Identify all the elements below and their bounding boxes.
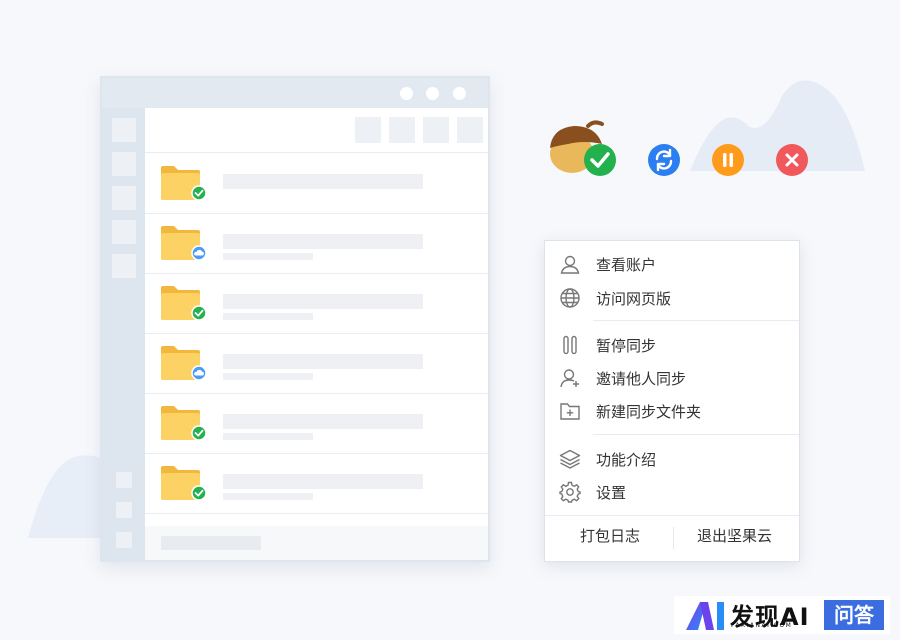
user-icon [557, 251, 583, 277]
file-name-placeholder [223, 294, 423, 309]
file-row[interactable] [145, 273, 488, 334]
folder-synced-icon [161, 466, 206, 501]
menu-item-invite-sync[interactable]: 邀请他人同步 [557, 363, 799, 393]
gear-icon [557, 479, 583, 505]
watermark-badge: 问答 [824, 600, 884, 630]
window-main [145, 108, 488, 560]
window-titlebar [102, 78, 488, 108]
file-name-placeholder [223, 234, 423, 249]
window-footer [145, 526, 488, 560]
file-meta-placeholder [223, 433, 313, 440]
tray-context-menu: 查看账户 访问网页版 暂停同步 邀请他人同步 新建同步文件夹 功能介绍 设置 打… [544, 240, 800, 562]
file-name-placeholder [223, 174, 423, 189]
sidebar-small-button[interactable] [116, 532, 132, 548]
menu-item-settings[interactable]: 设置 [557, 477, 799, 507]
folder-cloud-icon [161, 346, 206, 381]
menu-separator [593, 320, 799, 321]
layers-icon [557, 446, 583, 472]
file-row[interactable] [145, 213, 488, 274]
window-sidebar [102, 108, 145, 560]
footer-placeholder [161, 536, 261, 550]
sidebar-button[interactable] [112, 152, 136, 176]
sidebar-button[interactable] [112, 118, 136, 142]
folder-synced-icon [161, 166, 206, 201]
menu-item-visit-web[interactable]: 访问网页版 [557, 283, 799, 313]
menu-separator [545, 515, 799, 516]
sidebar-button[interactable] [112, 186, 136, 210]
toolbar-button[interactable] [389, 117, 415, 143]
user-add-icon [557, 365, 583, 391]
watermark-domain: FAXIANAI.COM [731, 622, 793, 629]
file-row[interactable] [145, 453, 488, 514]
acorn-synced-icon [550, 120, 616, 176]
paused-icon [712, 144, 744, 176]
folder-synced-icon [161, 286, 206, 321]
file-meta-placeholder [223, 313, 313, 320]
file-meta-placeholder [223, 253, 313, 260]
menu-item-label: 暂停同步 [596, 336, 657, 355]
window-minimize-button[interactable] [400, 87, 413, 100]
menu-item-view-account[interactable]: 查看账户 [557, 249, 799, 279]
menu-item-new-sync-folder[interactable]: 新建同步文件夹 [557, 396, 799, 426]
pause-icon [557, 332, 583, 358]
menu-item-label: 查看账户 [596, 255, 657, 274]
folder-add-icon [557, 398, 583, 424]
menu-item-features[interactable]: 功能介绍 [557, 444, 799, 474]
pack-log-button[interactable]: 打包日志 [580, 525, 640, 546]
globe-icon [557, 285, 583, 311]
menu-item-label: 设置 [596, 483, 627, 502]
menu-item-label: 访问网页版 [596, 289, 672, 308]
menu-footer-divider [673, 527, 674, 549]
syncing-icon [648, 144, 680, 176]
file-manager-window [100, 76, 490, 562]
window-close-button[interactable] [453, 87, 466, 100]
sidebar-button[interactable] [112, 254, 136, 278]
file-name-placeholder [223, 474, 423, 489]
sidebar-small-button[interactable] [116, 472, 132, 488]
file-row[interactable] [145, 153, 488, 214]
folder-cloud-icon [161, 226, 206, 261]
sidebar-button[interactable] [112, 220, 136, 244]
file-name-placeholder [223, 414, 423, 429]
file-name-placeholder [223, 354, 423, 369]
menu-item-label: 功能介绍 [596, 450, 657, 469]
toolbar-button[interactable] [355, 117, 381, 143]
file-meta-placeholder [223, 373, 313, 380]
file-row[interactable] [145, 333, 488, 394]
toolbar-button[interactable] [423, 117, 449, 143]
quit-app-button[interactable]: 退出坚果云 [697, 525, 772, 546]
menu-item-label: 新建同步文件夹 [596, 402, 702, 421]
toolbar-button[interactable] [457, 117, 483, 143]
window-maximize-button[interactable] [426, 87, 439, 100]
menu-item-label: 邀请他人同步 [596, 369, 687, 388]
watermark: 发现AI FAXIANAI.COM 问答 [674, 596, 890, 634]
file-row[interactable] [145, 393, 488, 454]
brand-logo-icon [686, 602, 724, 630]
file-meta-placeholder [223, 493, 313, 500]
error-icon [776, 144, 808, 176]
menu-separator [593, 434, 799, 435]
sidebar-small-button[interactable] [116, 502, 132, 518]
folder-synced-icon [161, 406, 206, 441]
window-toolbar [145, 108, 488, 153]
menu-item-pause-sync[interactable]: 暂停同步 [557, 330, 799, 360]
